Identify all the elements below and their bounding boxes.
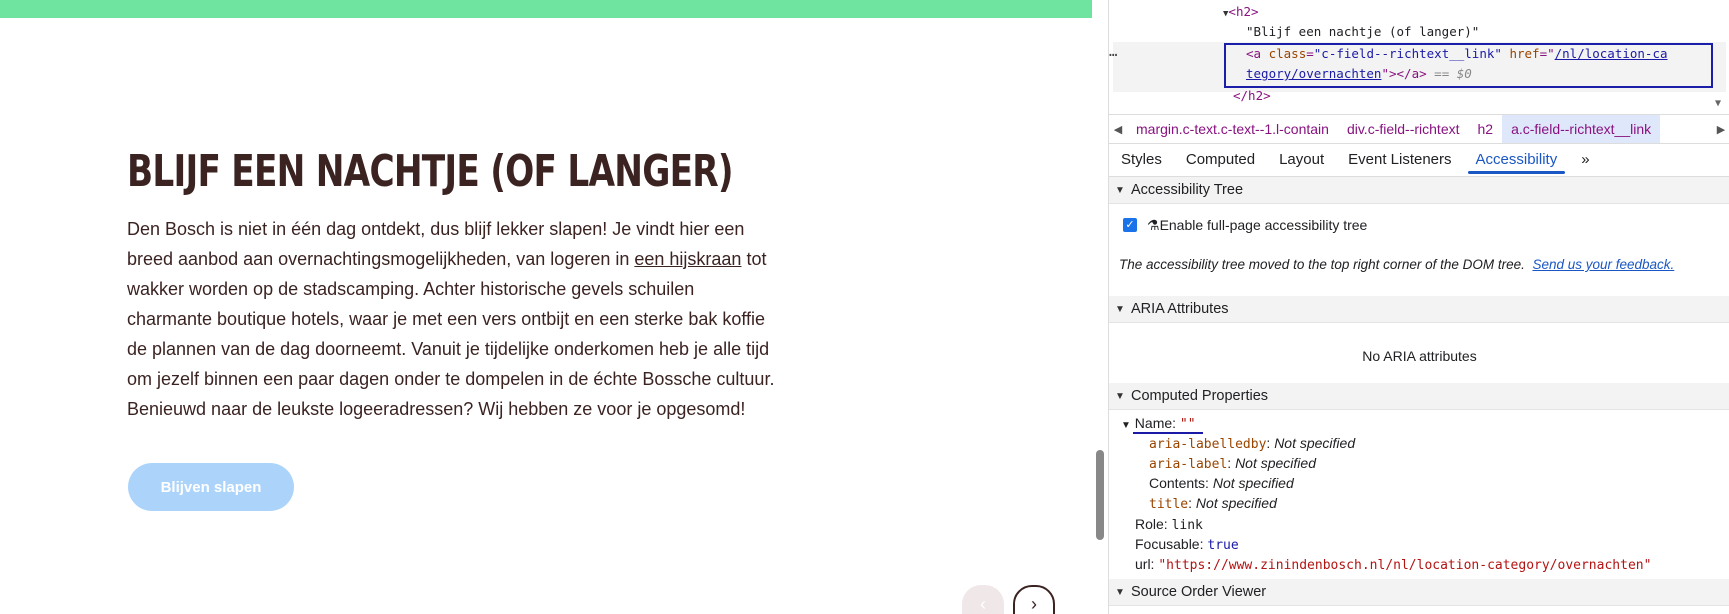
breadcrumb-right-icon[interactable]: ▶ — [1712, 123, 1729, 136]
flask-icon: ⚗ — [1147, 217, 1160, 233]
breadcrumb-item-selected[interactable]: a.c-field--richtext__link — [1502, 115, 1661, 143]
devtools-panel: … ▼<h2> "Blijf een nachtje (of langer)" … — [1108, 0, 1729, 614]
more-tabs-icon[interactable]: » — [1569, 143, 1601, 176]
name-property[interactable]: ▼ Name: "" — [1121, 415, 1196, 432]
breadcrumb-item[interactable]: h2 — [1469, 115, 1503, 143]
paragraph-text-end: tot wakker worden op de stadscamping. Ac… — [127, 249, 775, 419]
prop-title: title: Not specified — [1149, 495, 1277, 512]
selected-node-outline — [1224, 43, 1713, 88]
breadcrumb: ◀ margin.c-text.c-text--1.l-contain div.… — [1109, 114, 1729, 144]
page-heading: BLIJF EEN NACHTJE (OF LANGER) — [127, 146, 734, 197]
web-page: BLIJF EEN NACHTJE (OF LANGER) Den Bosch … — [0, 0, 1092, 614]
page-scrollbar-thumb[interactable] — [1096, 450, 1104, 540]
dom-h2-close[interactable]: </h2> — [1233, 88, 1271, 103]
prop-aria-label: aria-label: Not specified — [1149, 455, 1316, 472]
collapse-triangle-icon: ▼ — [1115, 184, 1125, 196]
section-aria-attributes[interactable]: ▼ ARIA Attributes — [1109, 296, 1729, 323]
expand-triangle-icon: ▼ — [1121, 420, 1131, 431]
breadcrumb-item[interactable]: div.c-field--richtext — [1338, 115, 1469, 143]
collapse-triangle-icon: ▼ — [1115, 303, 1125, 315]
prop-contents: Contents: Not specified — [1149, 475, 1294, 491]
prop-aria-labelledby: aria-labelledby: Not specified — [1149, 435, 1356, 452]
hijskraan-link[interactable]: een hijskraan — [634, 249, 741, 269]
intro-paragraph: Den Bosch is niet in één dag ontdekt, du… — [127, 214, 777, 424]
tab-layout[interactable]: Layout — [1267, 143, 1336, 176]
dom-h2-open[interactable]: ▼<h2> — [1223, 4, 1259, 19]
name-underline — [1133, 432, 1203, 434]
breadcrumb-left-icon[interactable]: ◀ — [1109, 123, 1127, 136]
feedback-link[interactable]: Send us your feedback. — [1532, 257, 1674, 272]
enable-tree-label: ⚗Enable full-page accessibility tree — [1147, 217, 1368, 233]
breadcrumb-item[interactable]: margin.c-text.c-text--1.l-contain — [1127, 115, 1338, 143]
dom-tree: … ▼<h2> "Blijf een nachtje (of langer)" … — [1109, 0, 1729, 110]
collapse-triangle-icon: ▼ — [1115, 586, 1125, 598]
more-options-icon[interactable]: … — [1109, 44, 1117, 60]
carousel-next-button[interactable]: › — [1013, 585, 1055, 614]
collapse-triangle-icon: ▼ — [1115, 390, 1125, 402]
chevron-right-icon: › — [1031, 593, 1037, 614]
tab-styles[interactable]: Styles — [1109, 143, 1174, 176]
enable-tree-checkbox[interactable]: ✓ — [1123, 218, 1137, 232]
carousel-prev-button[interactable]: ‹ — [962, 585, 1004, 614]
tab-accessibility[interactable]: Accessibility — [1464, 143, 1570, 176]
devtools-tabs: Styles Computed Layout Event Listeners A… — [1109, 143, 1729, 177]
tab-computed[interactable]: Computed — [1174, 143, 1267, 176]
tab-event-listeners[interactable]: Event Listeners — [1336, 143, 1463, 176]
prop-focusable: Focusable: true — [1135, 536, 1239, 553]
blijven-slapen-button[interactable]: Blijven slapen — [128, 463, 294, 511]
top-accent-bar — [0, 0, 1092, 18]
section-accessibility-tree[interactable]: ▼ Accessibility Tree — [1109, 177, 1729, 204]
dom-scroll-down-icon[interactable]: ▼ — [1715, 98, 1721, 109]
moved-note: The accessibility tree moved to the top … — [1119, 257, 1675, 272]
prop-role: Role: link — [1135, 516, 1203, 533]
prop-url: url: "https://www.zinindenbosch.nl/nl/lo… — [1135, 556, 1652, 573]
dom-text-node[interactable]: "Blijf een nachtje (of langer)" — [1246, 24, 1479, 39]
section-source-order-viewer[interactable]: ▼ Source Order Viewer — [1109, 579, 1729, 606]
section-computed-properties[interactable]: ▼ Computed Properties — [1109, 383, 1729, 410]
chevron-left-icon: ‹ — [980, 593, 986, 614]
no-aria-text: No ARIA attributes — [1362, 348, 1477, 364]
